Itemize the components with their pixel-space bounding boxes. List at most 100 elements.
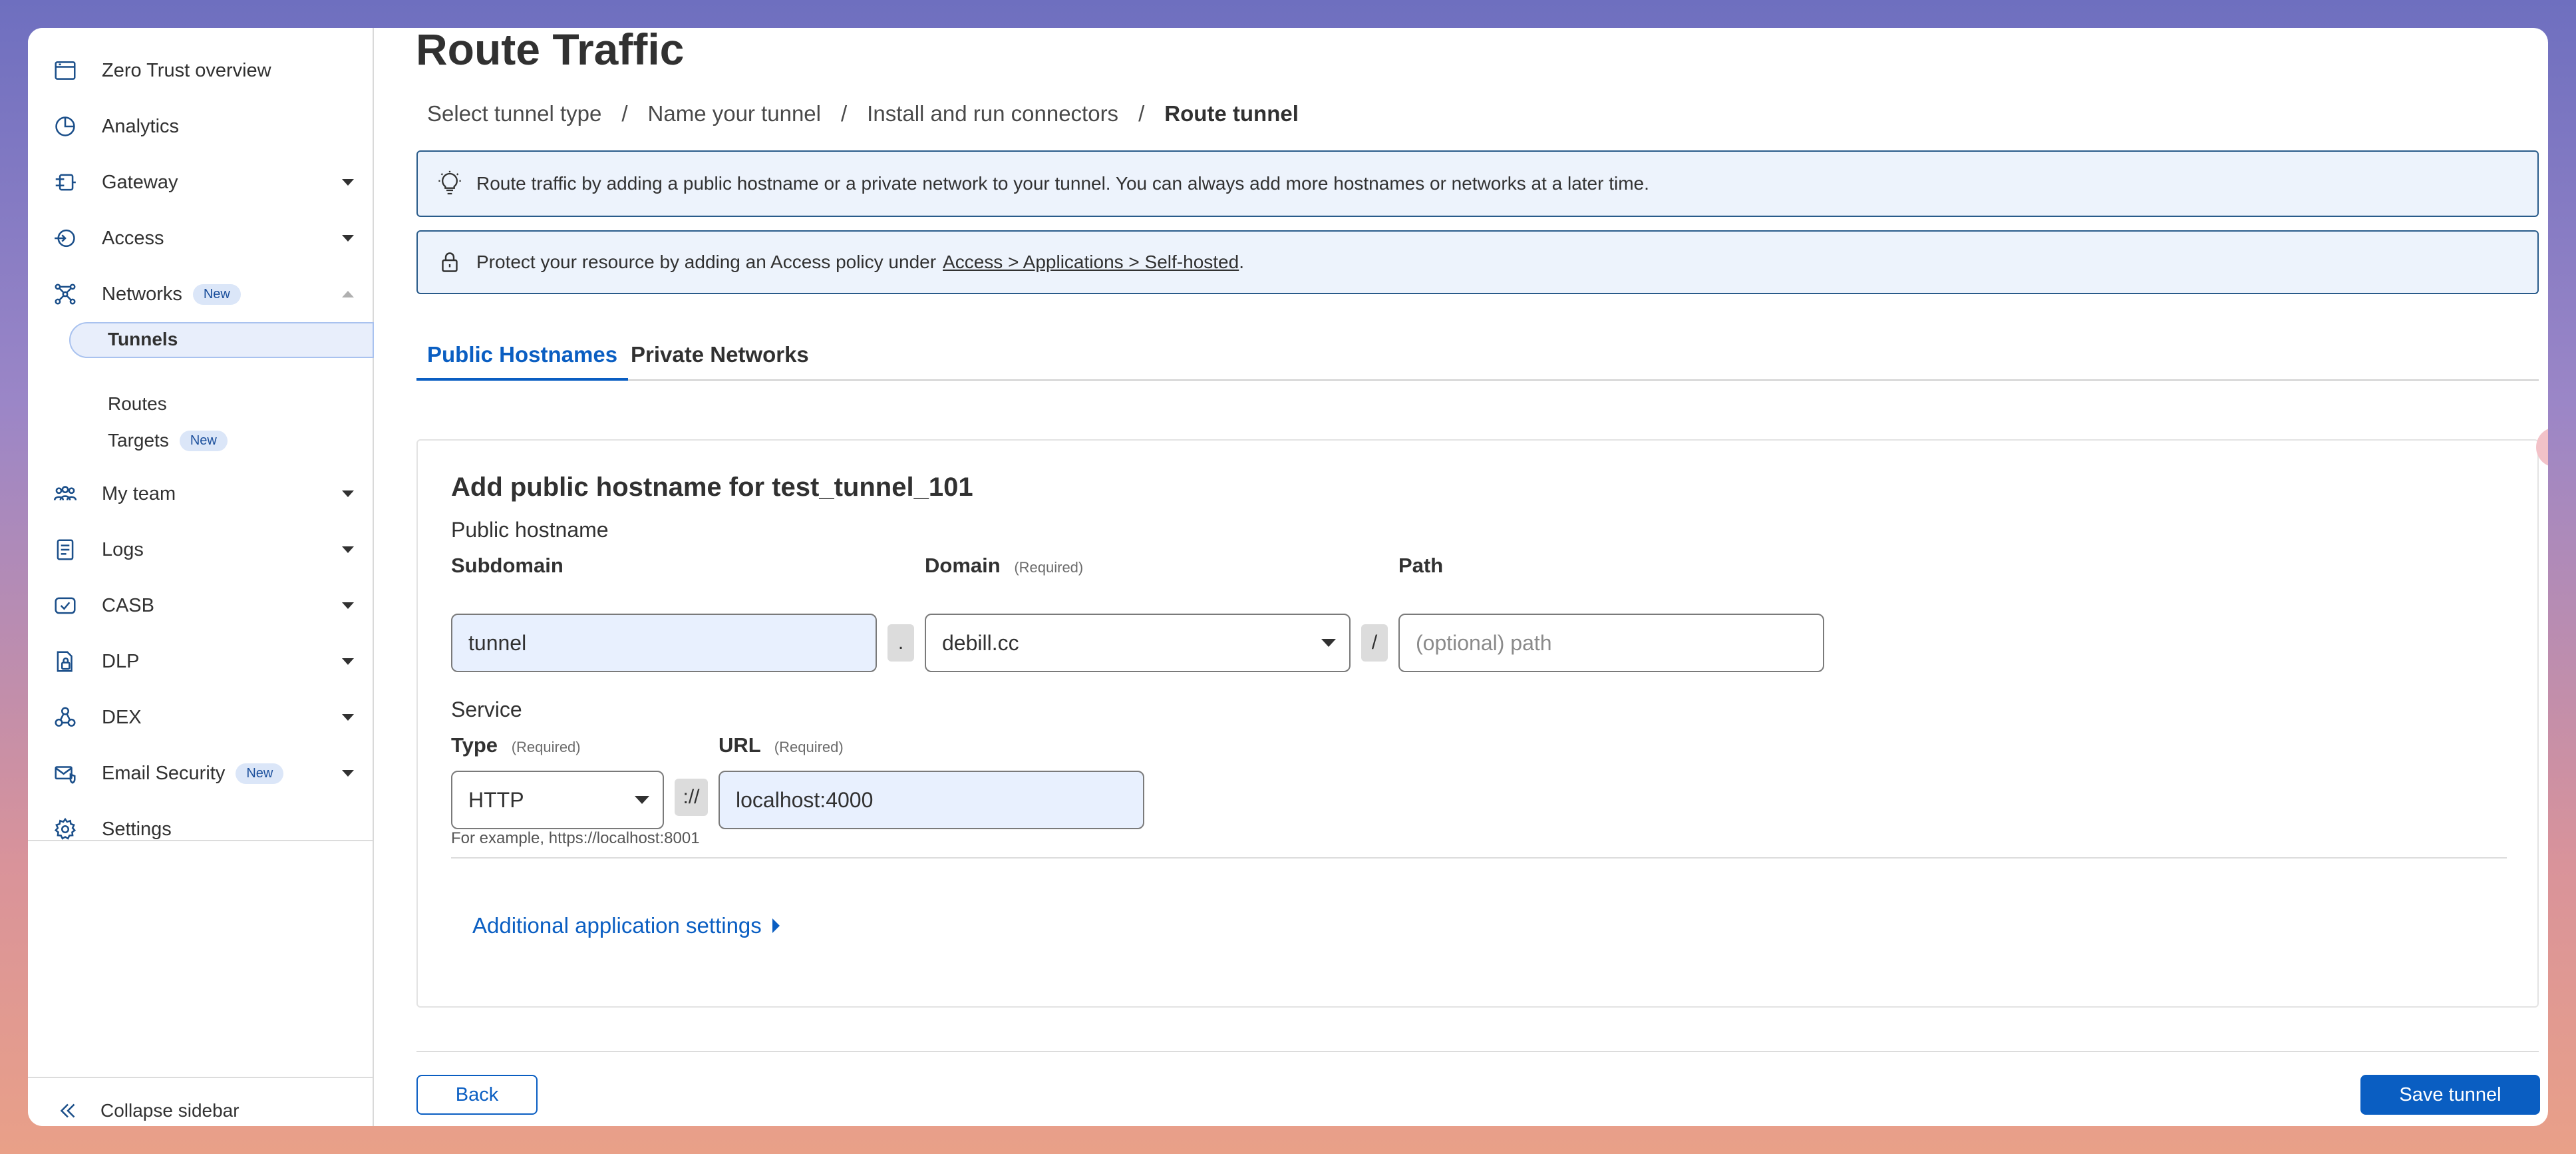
additional-settings-toggle[interactable]: Additional application settings xyxy=(472,913,780,938)
new-badge: New xyxy=(179,430,228,451)
analytics-icon xyxy=(52,113,79,140)
additional-settings-label: Additional application settings xyxy=(472,913,762,938)
breadcrumb-step-select-tunnel-type[interactable]: Select tunnel type xyxy=(427,101,601,126)
chevron-down-icon[interactable] xyxy=(342,714,354,721)
path-label: Path xyxy=(1398,554,1444,577)
collapse-sidebar-label: Collapse sidebar xyxy=(100,1100,240,1121)
lock-icon xyxy=(435,248,464,277)
sidebar-item-access[interactable]: Access xyxy=(28,212,373,265)
access-policy-banner-text: Protect your resource by adding an Acces… xyxy=(476,252,937,272)
sidebar-divider xyxy=(28,840,373,841)
chevron-down-icon[interactable] xyxy=(342,235,354,242)
path-input[interactable]: (optional) path xyxy=(1398,614,1824,672)
chevron-down-icon xyxy=(1321,639,1336,647)
url-label-text: URL xyxy=(719,733,761,757)
domain-label: Domain (Required) xyxy=(925,554,1083,578)
access-policy-banner-suffix: . xyxy=(1239,252,1244,272)
domain-select[interactable]: debill.cc xyxy=(925,614,1351,672)
sidebar-item-dex[interactable]: DEX xyxy=(28,691,373,744)
team-icon xyxy=(52,481,79,507)
breadcrumb-separator: / xyxy=(1138,101,1145,126)
breadcrumb-separator: / xyxy=(841,101,848,126)
back-button[interactable]: Back xyxy=(416,1075,538,1115)
service-group-label: Service xyxy=(451,697,522,721)
subdomain-label: Subdomain xyxy=(451,554,564,577)
sidebar-item-label: My team xyxy=(102,482,176,504)
service-type-select[interactable]: HTTP xyxy=(451,771,664,829)
sidebar-item-label: Access xyxy=(102,227,164,249)
sidebar-item-label: Settings xyxy=(102,818,172,840)
breadcrumb: Select tunnel type / Name your tunnel / … xyxy=(427,101,1299,126)
sidebar-item-analytics[interactable]: Analytics xyxy=(28,100,373,153)
chevron-down-icon[interactable] xyxy=(342,179,354,186)
sidebar-item-my-team[interactable]: My team xyxy=(28,467,373,520)
card-divider xyxy=(451,857,2507,859)
sidebar-sub-item-targets-label: Targets xyxy=(108,430,169,451)
type-required-hint: (Required) xyxy=(511,739,581,755)
sidebar-sub-item-targets[interactable]: Targets New xyxy=(108,430,228,451)
sidebar-item-label: DLP xyxy=(102,650,140,672)
sidebar: Zero Trust overview Analytics Gateway Ac… xyxy=(28,28,374,1126)
breadcrumb-step-route-tunnel: Route tunnel xyxy=(1164,101,1299,126)
sidebar-item-label: Zero Trust overview xyxy=(102,59,271,81)
breadcrumb-step-install-connectors[interactable]: Install and run connectors xyxy=(867,101,1118,126)
breadcrumb-separator: / xyxy=(621,101,628,126)
sidebar-item-settings[interactable]: Settings xyxy=(28,803,373,856)
email-security-icon xyxy=(52,760,79,787)
type-label: Type (Required) xyxy=(451,733,581,757)
subdomain-input[interactable]: tunnel xyxy=(451,614,877,672)
chevron-down-icon[interactable] xyxy=(342,602,354,609)
sidebar-sub-item-routes[interactable]: Routes xyxy=(108,393,167,415)
networks-icon xyxy=(52,281,79,307)
info-banner-text: Route traffic by adding a public hostnam… xyxy=(476,173,1649,194)
chevron-down-icon[interactable] xyxy=(342,658,354,665)
casb-icon xyxy=(52,592,79,619)
sidebar-item-label: CASB xyxy=(102,594,154,616)
url-help-text: For example, https://localhost:8001 xyxy=(451,829,700,847)
sidebar-item-label: DEX xyxy=(102,706,142,728)
sidebar-sub-item-tunnels[interactable]: Tunnels xyxy=(108,329,178,350)
sidebar-item-dlp[interactable]: DLP xyxy=(28,635,373,688)
sidebar-item-networks-label: Networks xyxy=(102,283,182,305)
tab-public-hostnames[interactable]: Public Hostnames xyxy=(416,339,629,381)
url-required-hint: (Required) xyxy=(774,739,844,755)
scheme-separator: :// xyxy=(675,779,708,816)
form-title: Add public hostname for test_tunnel_101 xyxy=(451,473,973,502)
sidebar-item-casb[interactable]: CASB xyxy=(28,579,373,632)
path-input-placeholder: (optional) path xyxy=(1416,630,1552,655)
footer-divider xyxy=(416,1051,2539,1052)
add-hostname-card: Add public hostname for test_tunnel_101 … xyxy=(416,439,2539,1008)
sidebar-item-gateway[interactable]: Gateway xyxy=(28,156,373,209)
chevron-down-icon[interactable] xyxy=(342,770,354,777)
sidebar-item-logs[interactable]: Logs xyxy=(28,523,373,576)
sidebar-item-email-security[interactable]: Email Security New xyxy=(28,747,373,800)
sidebar-item-networks[interactable]: Networks New xyxy=(28,268,373,321)
page-title: Route Traffic xyxy=(416,28,685,74)
collapse-sidebar-button[interactable]: Collapse sidebar xyxy=(28,1087,373,1126)
chevron-down-icon[interactable] xyxy=(342,490,354,497)
type-label-text: Type xyxy=(451,733,498,757)
public-hostname-group-label: Public hostname xyxy=(451,518,609,542)
chevron-down-icon[interactable] xyxy=(342,546,354,553)
sidebar-item-zero-trust-overview[interactable]: Zero Trust overview xyxy=(28,44,373,97)
app-window: Zero Trust overview Analytics Gateway Ac… xyxy=(28,28,2548,1126)
url-input[interactable]: localhost:4000 xyxy=(719,771,1144,829)
domain-label-text: Domain xyxy=(925,554,1001,577)
domain-select-value: debill.cc xyxy=(942,630,1019,655)
access-applications-link[interactable]: Access > Applications > Self-hosted xyxy=(943,252,1239,273)
gear-icon xyxy=(52,816,79,843)
service-type-value: HTTP xyxy=(468,787,524,812)
info-banner: Route traffic by adding a public hostnam… xyxy=(416,150,2539,217)
access-icon xyxy=(52,225,79,252)
sidebar-item-label: Email Security New xyxy=(102,763,284,785)
sidebar-item-label: Gateway xyxy=(102,171,178,193)
tab-bar: Public Hostnames Private Networks xyxy=(416,339,2539,381)
url-label: URL (Required) xyxy=(719,733,844,757)
chevron-right-icon xyxy=(772,918,780,933)
save-tunnel-button[interactable]: Save tunnel xyxy=(2360,1075,2540,1115)
domain-required-hint: (Required) xyxy=(1014,559,1084,576)
chevron-up-icon[interactable] xyxy=(342,291,354,297)
breadcrumb-step-name-tunnel[interactable]: Name your tunnel xyxy=(648,101,821,126)
tab-private-networks[interactable]: Private Networks xyxy=(620,339,820,378)
double-chevron-left-icon xyxy=(55,1097,81,1124)
